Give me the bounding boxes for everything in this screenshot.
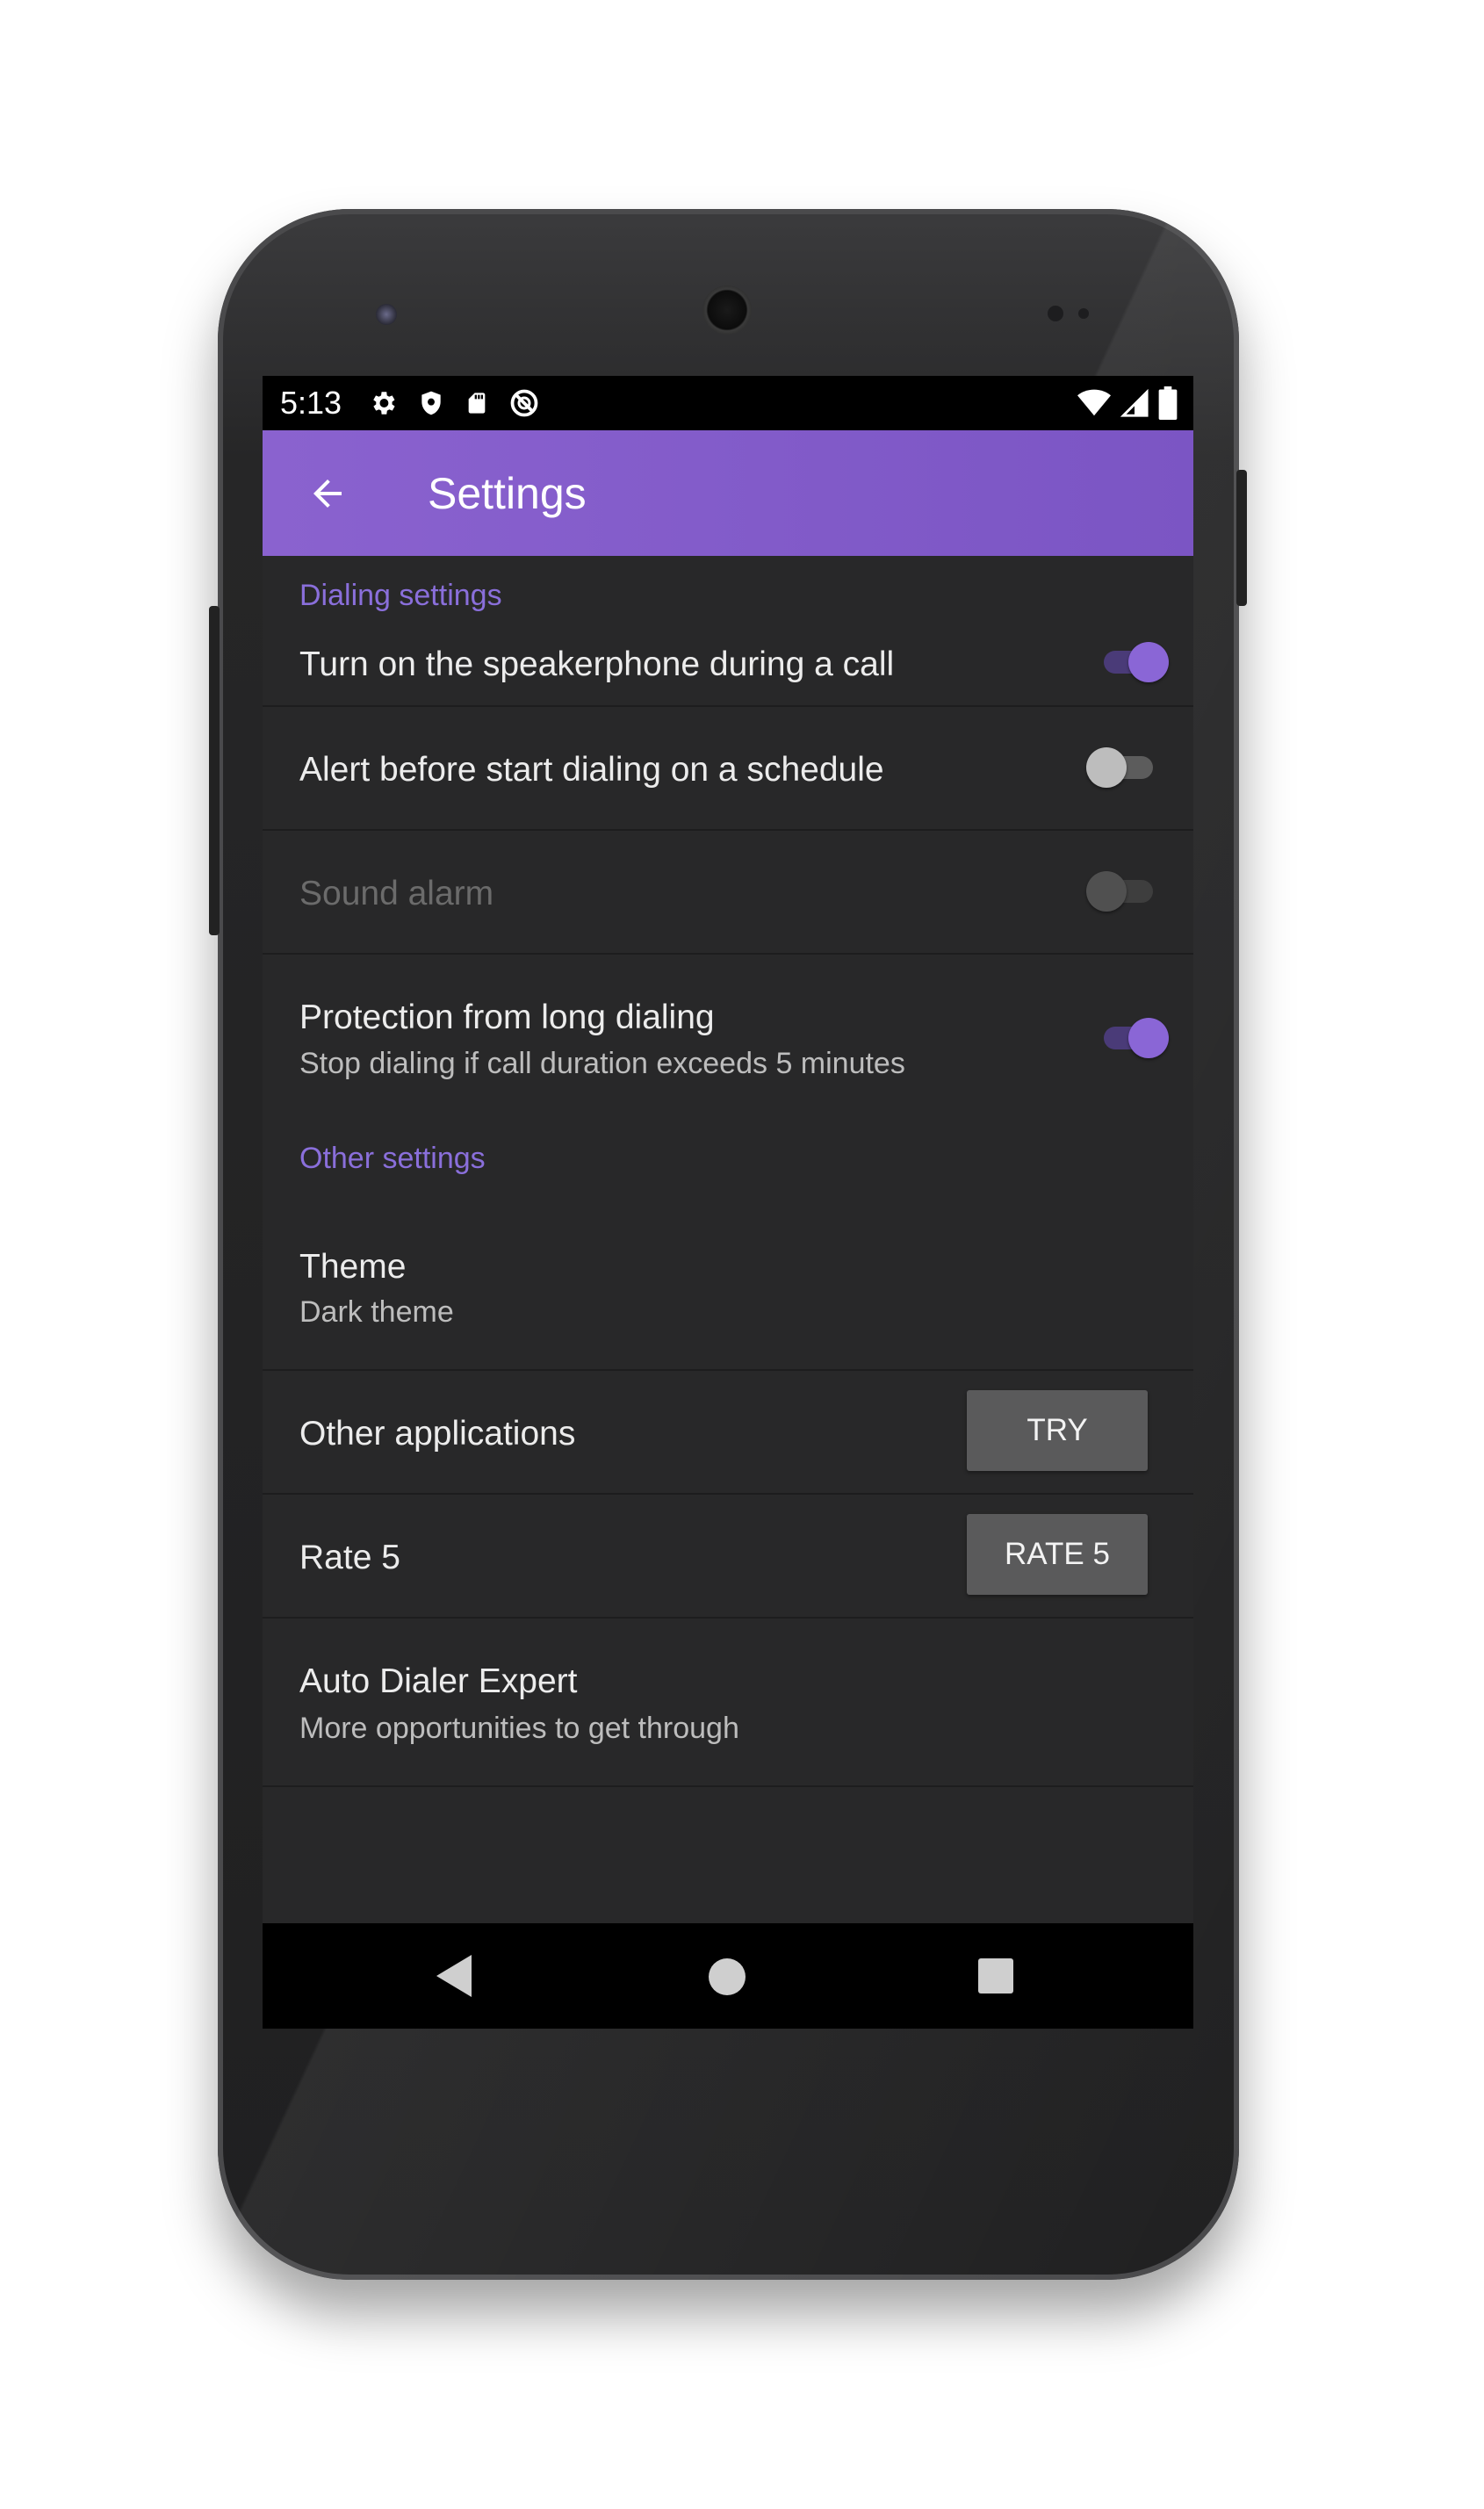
setting-title: Protection from long dialing <box>299 999 715 1036</box>
long-dialing-toggle[interactable] <box>1097 1018 1169 1058</box>
setting-long-dialing-protection[interactable]: Protection from long dialing Stop dialin… <box>263 955 1193 1111</box>
toolbar: Settings <box>263 430 1193 556</box>
recents-square-icon[interactable] <box>978 1958 1013 1994</box>
arrow-left-icon[interactable] <box>306 472 349 515</box>
status-bar: 5:13 <box>263 376 1193 430</box>
setting-subtitle: Dark theme <box>299 1295 454 1329</box>
setting-title: Sound alarm <box>299 875 494 912</box>
wifi-icon <box>1077 389 1111 416</box>
setting-rate[interactable]: Rate 5 RATE 5 <box>263 1495 1193 1619</box>
sync-off-icon <box>510 389 538 417</box>
setting-speakerphone[interactable]: Turn on the speakerphone during a call <box>263 623 1193 707</box>
earpiece-speaker <box>702 285 752 335</box>
section-header-other: Other settings <box>299 1142 486 1175</box>
setting-title: Theme <box>299 1248 407 1286</box>
phone-side-button-left <box>209 606 220 935</box>
setting-auto-dialer-expert[interactable]: Auto Dialer Expert More opportunities to… <box>263 1619 1193 1787</box>
page-title: Settings <box>428 468 587 518</box>
setting-other-applications[interactable]: Other applications TRY <box>263 1371 1193 1495</box>
setting-alert-schedule[interactable]: Alert before start dialing on a schedule <box>263 707 1193 831</box>
proximity-sensor <box>1048 306 1063 321</box>
setting-title: Alert before start dialing on a schedule <box>299 751 884 789</box>
front-camera <box>376 304 397 325</box>
setting-title: Rate 5 <box>299 1539 400 1576</box>
section-header-dialing: Dialing settings <box>299 579 502 612</box>
navigation-bar <box>263 1923 1193 2029</box>
setting-subtitle: Stop dialing if call duration exceeds 5 … <box>299 1047 905 1080</box>
try-button[interactable]: TRY <box>967 1390 1148 1471</box>
setting-sound-alarm: Sound alarm <box>263 831 1193 955</box>
light-sensor <box>1078 308 1089 319</box>
gear-icon <box>373 392 395 415</box>
setting-title: Turn on the speakerphone during a call <box>299 645 895 683</box>
setting-subtitle: More opportunities to get through <box>299 1712 739 1745</box>
settings-list: Dialing settings Turn on the speakerphon… <box>263 556 1193 1787</box>
setting-title: Other applications <box>299 1415 576 1453</box>
screen: 5:13 Settings Dialing settings Turn on t… <box>263 376 1193 2029</box>
speakerphone-toggle[interactable] <box>1097 642 1169 682</box>
setting-title: Auto Dialer Expert <box>299 1662 578 1700</box>
rate-button[interactable]: RATE 5 <box>967 1514 1148 1595</box>
phone-power-button <box>1236 470 1247 606</box>
battery-icon <box>1158 386 1178 420</box>
alert-schedule-toggle[interactable] <box>1086 747 1158 788</box>
status-time: 5:13 <box>280 385 342 421</box>
setting-theme[interactable]: Theme Dark theme <box>263 1199 1193 1371</box>
sound-alarm-toggle <box>1086 871 1158 912</box>
back-triangle-icon[interactable] <box>436 1955 475 1997</box>
sd-card-icon <box>468 393 486 414</box>
shield-icon <box>421 391 441 415</box>
home-circle-icon[interactable] <box>709 1958 746 1995</box>
signal-icon <box>1120 388 1149 417</box>
